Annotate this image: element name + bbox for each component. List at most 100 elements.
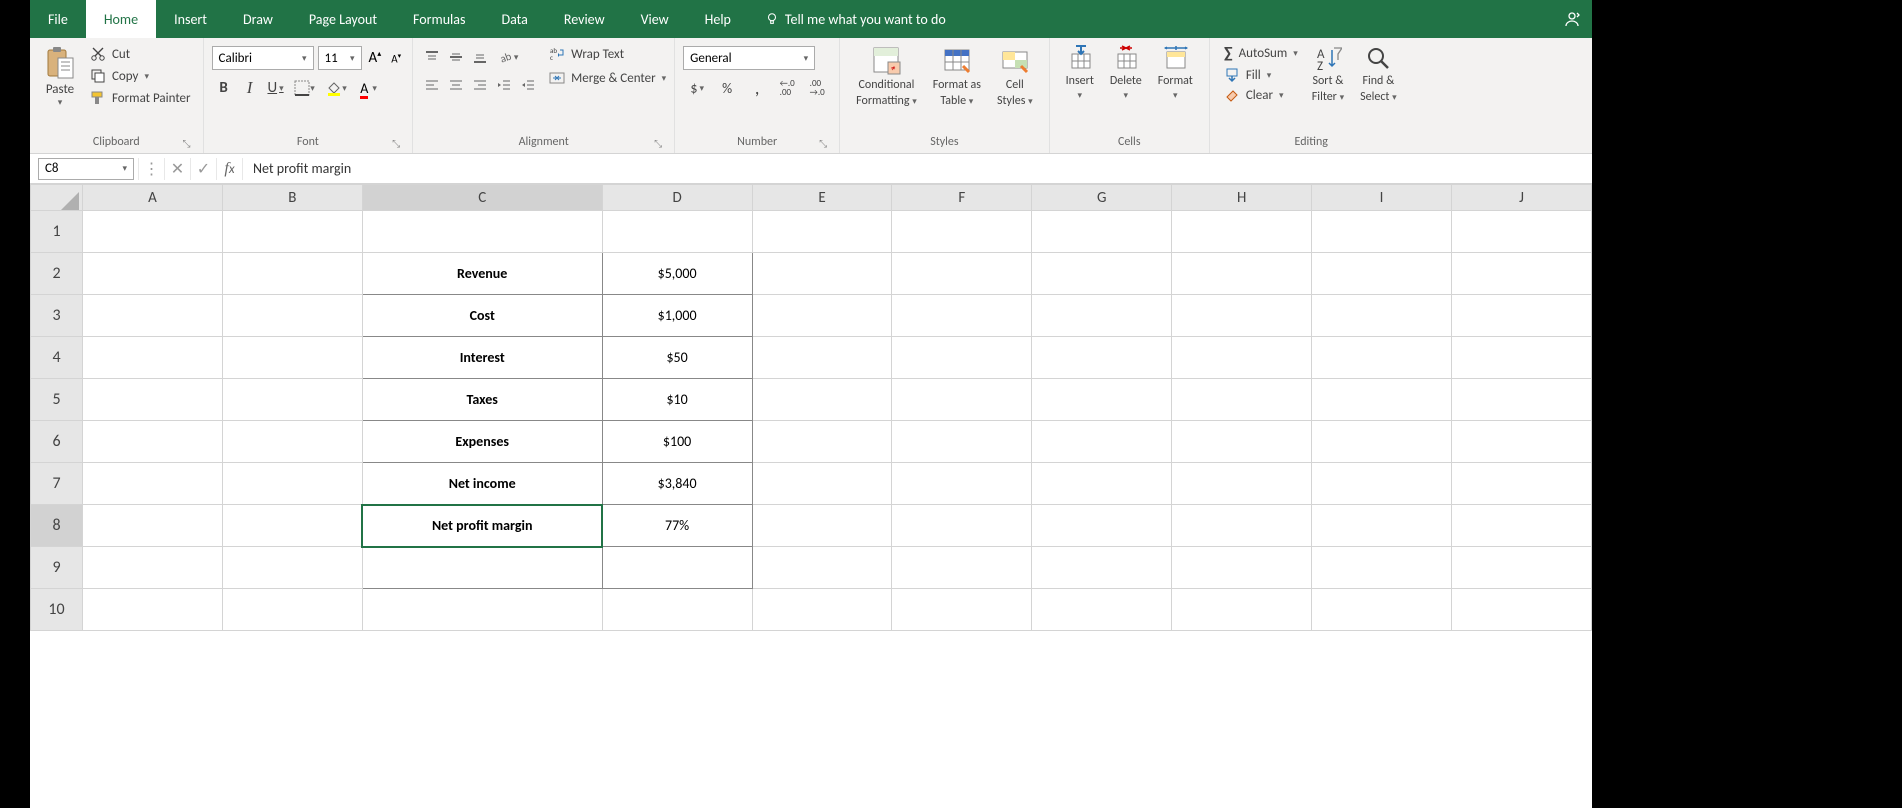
row-header-2[interactable]: 2 (31, 253, 83, 295)
cell-J3[interactable] (1452, 295, 1592, 337)
delete-cells-button[interactable]: Delete▾ (1102, 42, 1150, 103)
cell-B4[interactable] (222, 337, 362, 379)
cell-E7[interactable] (752, 463, 892, 505)
italic-button[interactable]: I (238, 76, 262, 100)
number-format-select[interactable]: General▾ (683, 46, 815, 70)
cell-B2[interactable] (222, 253, 362, 295)
cell-J7[interactable] (1452, 463, 1592, 505)
tab-draw[interactable]: Draw (225, 0, 291, 38)
cell-H2[interactable] (1172, 253, 1312, 295)
find-select-button[interactable]: Find &Select ▾ (1352, 42, 1405, 107)
format-cells-button[interactable]: Format▾ (1150, 42, 1201, 103)
cell-B3[interactable] (222, 295, 362, 337)
cell-G10[interactable] (1032, 589, 1172, 631)
row-header-7[interactable]: 7 (31, 463, 83, 505)
cell-C9[interactable] (362, 547, 602, 589)
column-header-F[interactable]: F (892, 185, 1032, 211)
cell-C10[interactable] (362, 589, 602, 631)
cell-J2[interactable] (1452, 253, 1592, 295)
cell-H9[interactable] (1172, 547, 1312, 589)
cell-F9[interactable] (892, 547, 1032, 589)
cell-G5[interactable] (1032, 379, 1172, 421)
cell-A9[interactable] (82, 547, 222, 589)
column-header-B[interactable]: B (222, 185, 362, 211)
cell-J9[interactable] (1452, 547, 1592, 589)
cell-H10[interactable] (1172, 589, 1312, 631)
share-icon[interactable] (1562, 9, 1582, 29)
cell-I5[interactable] (1312, 379, 1452, 421)
bold-button[interactable]: B (212, 76, 236, 100)
dialog-launcher-icon[interactable]: ⤡ (817, 137, 829, 149)
cell-A10[interactable] (82, 589, 222, 631)
cell-I8[interactable] (1312, 505, 1452, 547)
column-header-J[interactable]: J (1452, 185, 1592, 211)
increase-font-button[interactable]: A▴ (366, 49, 385, 67)
cell-G3[interactable] (1032, 295, 1172, 337)
increase-decimal-button[interactable]: ←.0.00 (773, 76, 801, 100)
dialog-launcher-icon[interactable]: ⤡ (181, 137, 193, 149)
cancel-formula-button[interactable]: ✕ (164, 158, 190, 180)
cell-G6[interactable] (1032, 421, 1172, 463)
align-bottom-button[interactable] (469, 46, 491, 68)
cell-F7[interactable] (892, 463, 1032, 505)
cell-A5[interactable] (82, 379, 222, 421)
formula-input[interactable]: Net profit margin (242, 158, 1592, 180)
cell-E3[interactable] (752, 295, 892, 337)
sort-filter-button[interactable]: AZ Sort &Filter ▾ (1304, 42, 1352, 107)
row-header-3[interactable]: 3 (31, 295, 83, 337)
merge-center-button[interactable]: Merge & Center ▾ (549, 70, 666, 86)
cell-G8[interactable] (1032, 505, 1172, 547)
cell-B1[interactable] (222, 211, 362, 253)
cell-D8[interactable]: 77% (602, 505, 752, 547)
underline-button[interactable]: U▾ (264, 76, 288, 100)
tab-page-layout[interactable]: Page Layout (291, 0, 395, 38)
select-all-corner[interactable] (31, 185, 83, 211)
cell-H7[interactable] (1172, 463, 1312, 505)
borders-button[interactable]: ▾ (290, 76, 320, 100)
cell-E5[interactable] (752, 379, 892, 421)
cell-B10[interactable] (222, 589, 362, 631)
cell-D9[interactable] (602, 547, 752, 589)
tab-file[interactable]: File (30, 0, 86, 38)
cell-D3[interactable]: $1,000 (602, 295, 752, 337)
cell-J1[interactable] (1452, 211, 1592, 253)
enter-formula-button[interactable]: ✓ (190, 158, 216, 180)
cell-D6[interactable]: $100 (602, 421, 752, 463)
cell-I6[interactable] (1312, 421, 1452, 463)
copy-button[interactable]: Copy ▾ (90, 68, 191, 84)
cell-C4[interactable]: Interest (362, 337, 602, 379)
cell-C1[interactable] (362, 211, 602, 253)
cell-B6[interactable] (222, 421, 362, 463)
percent-format-button[interactable]: % (713, 76, 741, 100)
column-header-I[interactable]: I (1312, 185, 1452, 211)
cell-D1[interactable] (602, 211, 752, 253)
cell-C6[interactable]: Expenses (362, 421, 602, 463)
column-header-D[interactable]: D (602, 185, 752, 211)
cell-C5[interactable]: Taxes (362, 379, 602, 421)
cell-J4[interactable] (1452, 337, 1592, 379)
cell-I1[interactable] (1312, 211, 1452, 253)
wrap-text-button[interactable]: abc Wrap Text (549, 46, 666, 62)
row-header-4[interactable]: 4 (31, 337, 83, 379)
cell-G9[interactable] (1032, 547, 1172, 589)
cell-G4[interactable] (1032, 337, 1172, 379)
tab-home[interactable]: Home (86, 0, 156, 38)
insert-function-button[interactable]: fx (216, 158, 242, 180)
cell-F4[interactable] (892, 337, 1032, 379)
tab-formulas[interactable]: Formulas (395, 0, 483, 38)
cell-C3[interactable]: Cost (362, 295, 602, 337)
cell-J10[interactable] (1452, 589, 1592, 631)
tab-view[interactable]: View (623, 0, 687, 38)
name-box[interactable]: C8▾ (38, 158, 134, 180)
increase-indent-button[interactable] (517, 74, 539, 96)
row-header-8[interactable]: 8 (31, 505, 83, 547)
cell-F1[interactable] (892, 211, 1032, 253)
format-painter-button[interactable]: Format Painter (90, 90, 191, 106)
column-header-E[interactable]: E (752, 185, 892, 211)
cell-D4[interactable]: $50 (602, 337, 752, 379)
cell-D5[interactable]: $10 (602, 379, 752, 421)
cell-I7[interactable] (1312, 463, 1452, 505)
cell-H6[interactable] (1172, 421, 1312, 463)
column-header-C[interactable]: C (362, 185, 602, 211)
cut-button[interactable]: Cut (90, 46, 191, 62)
